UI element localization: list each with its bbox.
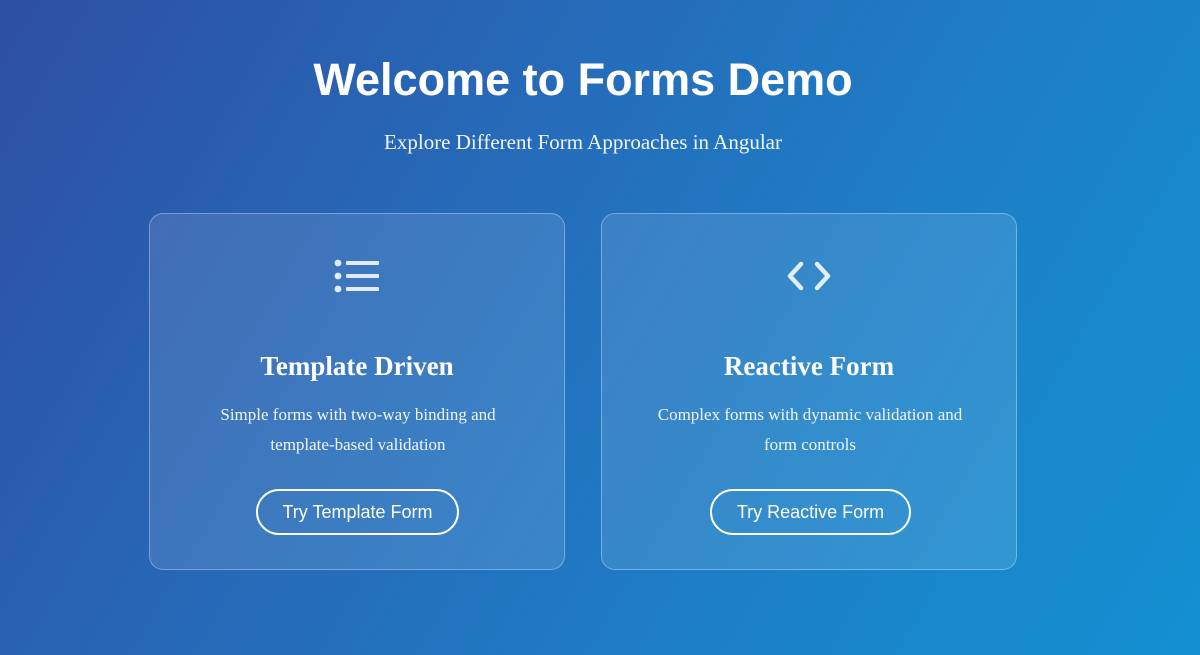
page-title: Welcome to Forms Demo xyxy=(313,54,853,105)
card-title: Reactive Form xyxy=(723,351,895,381)
try-template-form-button[interactable]: Try Template Form xyxy=(256,489,459,535)
card-title: Template Driven xyxy=(260,351,454,381)
template-driven-card: Template Driven Simple forms with two-wa… xyxy=(149,213,565,570)
forms-demo-page: Welcome to Forms Demo Explore Different … xyxy=(0,0,1200,655)
code-icon xyxy=(602,254,1016,298)
page-subtitle: Explore Different Form Approaches in Ang… xyxy=(384,130,782,154)
card-description: Complex forms with dynamic validation an… xyxy=(657,405,963,454)
reactive-form-card: Reactive Form Complex forms with dynamic… xyxy=(601,213,1017,570)
try-reactive-form-button[interactable]: Try Reactive Form xyxy=(710,489,911,535)
card-description: Simple forms with two-way binding and te… xyxy=(220,405,496,454)
list-icon xyxy=(150,254,564,298)
